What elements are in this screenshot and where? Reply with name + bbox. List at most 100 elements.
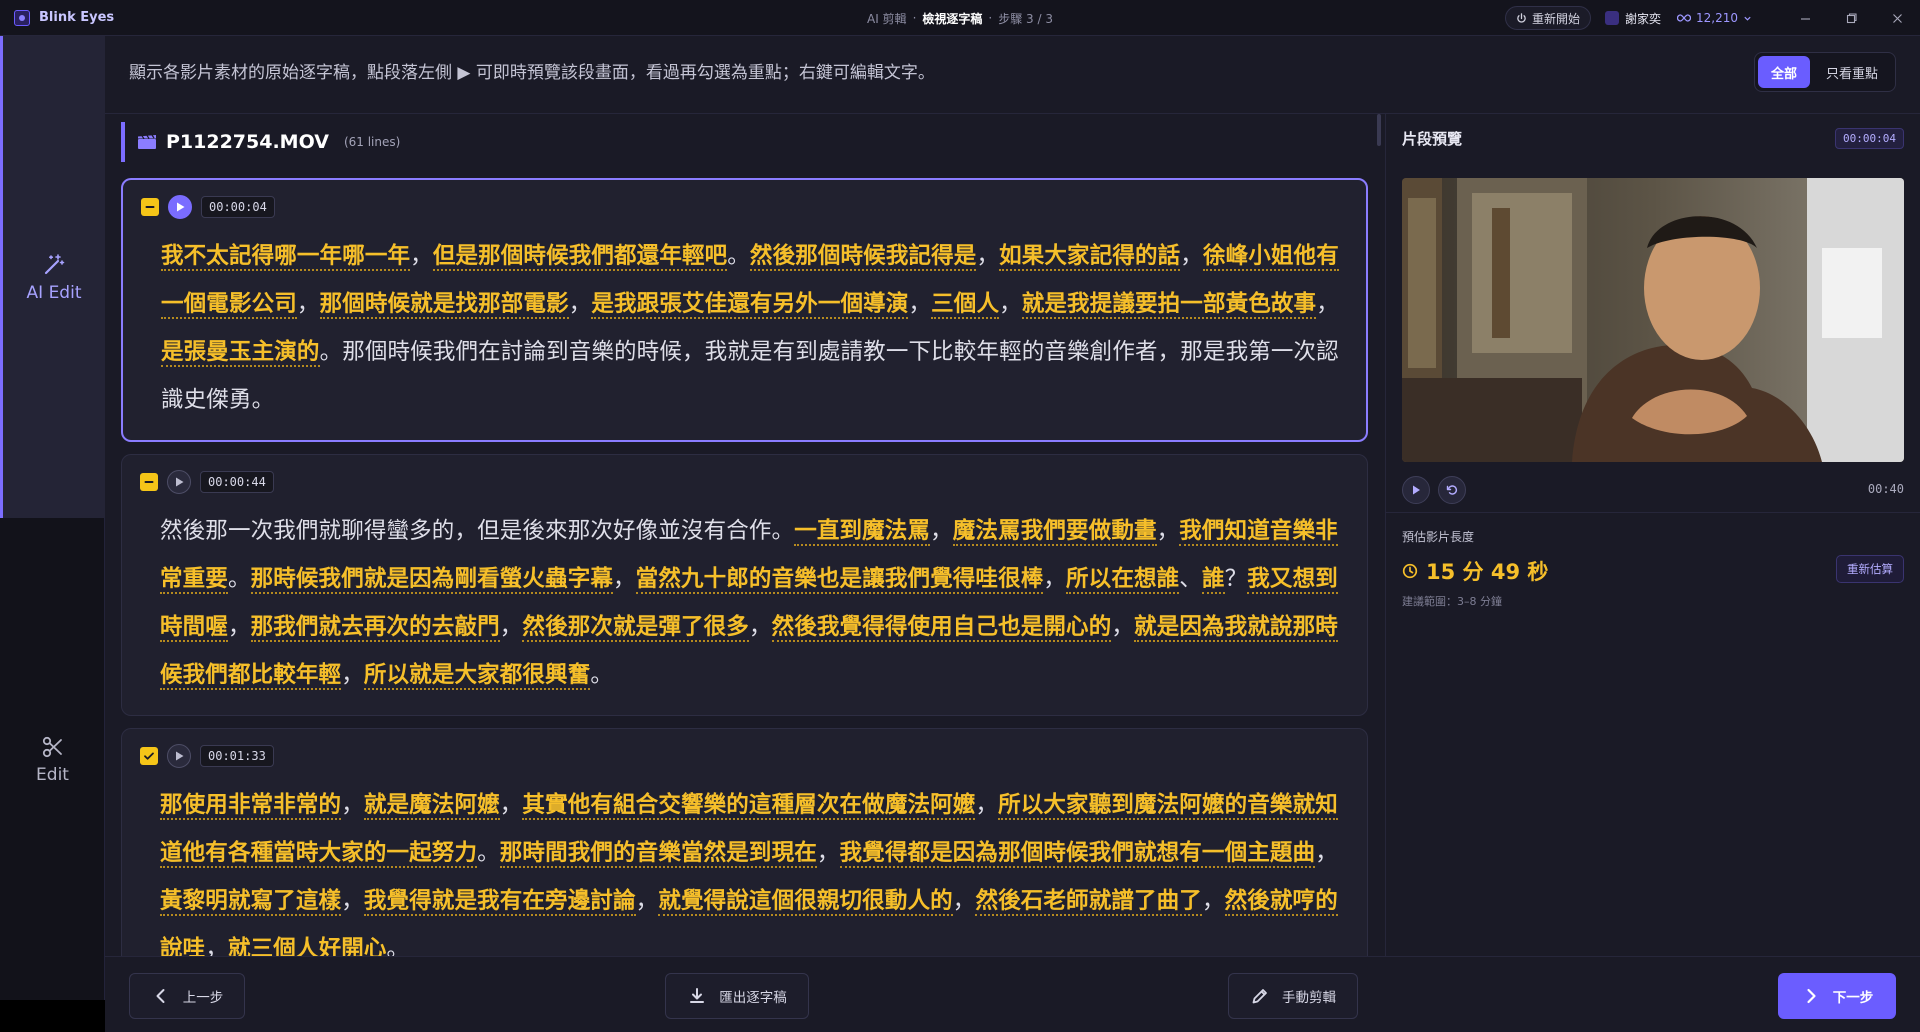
replay-icon xyxy=(1446,485,1458,495)
estimate-value: 15 分 49 秒 xyxy=(1426,560,1549,584)
user-name: 謝家奕 xyxy=(1624,11,1661,26)
reestimate-button[interactable]: 重新估算 xyxy=(1836,555,1904,583)
title-part-review: 檢視逐字稿 xyxy=(922,11,983,26)
file-name: P1122754.MOV xyxy=(166,131,329,153)
video-preview[interactable] xyxy=(1402,178,1904,462)
keyword-phrase: 黃黎明就寫了這樣 xyxy=(160,888,342,916)
transcript-segment[interactable]: 00:01:33 那使用非常非常的，就是魔法阿嬤，其實他有組合交響樂的這種層次在… xyxy=(121,728,1368,956)
plain-text: ， xyxy=(1111,614,1135,640)
plain-text: ， xyxy=(976,243,1000,269)
app-name: Blink Eyes xyxy=(39,10,115,25)
chevron-right-icon xyxy=(1807,988,1816,1004)
plain-text: ， xyxy=(227,614,251,640)
segment-text[interactable]: 那使用非常非常的，就是魔法阿嬤，其實他有組合交響樂的這種層次在做魔法阿嬤，所以大… xyxy=(140,781,1351,956)
segment-text[interactable]: 我不太記得哪一年哪一年，但是那個時候我們都還年輕吧。然後那個時候我記得是，如果大… xyxy=(141,232,1350,424)
plain-text: ， xyxy=(499,614,523,640)
keyword-phrase: 那我們就去再次的去敲門 xyxy=(250,614,500,642)
play-icon xyxy=(1413,485,1420,495)
avatar xyxy=(1604,11,1619,25)
plain-text: ， xyxy=(341,792,364,818)
credits-balance[interactable]: 12,210 xyxy=(1677,11,1752,25)
keyword-phrase: 那時間我們的音樂當然是到現在 xyxy=(499,840,817,868)
file-header: P1122754.MOV (61 lines) xyxy=(121,122,400,162)
estimate-label: 預估影片長度 xyxy=(1402,530,1475,544)
keyword-phrase: 那時候我們就是因為剛看螢火蟲字幕 xyxy=(250,566,614,594)
filter-all-button[interactable]: 全部 xyxy=(1758,56,1810,88)
restart-label: 重新開始 xyxy=(1531,11,1580,26)
segment-play-button[interactable] xyxy=(168,195,192,219)
infinity-icon xyxy=(1677,14,1691,22)
segment-timestamp: 00:01:33 xyxy=(200,745,274,767)
transcript-segment[interactable]: 00:00:44 然後那一次我們就聊得蠻多的，但是後來那次好像並沒有合作。一直到… xyxy=(121,454,1368,716)
partial-check-icon xyxy=(144,481,154,483)
keyword-phrase: 是我跟張艾佳還有另外一個導演 xyxy=(591,291,909,319)
filter-toggle: 全部 只看重點 xyxy=(1754,52,1896,92)
estimate-range: 建議範圍：3–8 分鐘 xyxy=(1402,595,1502,608)
plain-text: ， xyxy=(635,888,659,914)
keyword-phrase: 誰 xyxy=(1201,566,1225,594)
segment-play-button[interactable] xyxy=(167,744,191,768)
page-description: 顯示各影片素材的原始逐字稿，點段落左側 ▶ 可即時預覽該段畫面，看過再勾選為重點… xyxy=(129,63,935,83)
segment-checkbox[interactable] xyxy=(141,198,159,216)
plain-text: ， xyxy=(1315,840,1338,866)
plain-text: ， xyxy=(1180,243,1203,269)
segment-text[interactable]: 然後那一次我們就聊得蠻多的，但是後來那次好像並沒有合作。一直到魔法罵，魔法罵我們… xyxy=(140,507,1351,699)
preview-panel: 片段預覽 00:00:04 00:40 預估影片長度 15 分 49 秒 建議範… xyxy=(1385,114,1920,956)
title-separator: · xyxy=(988,11,993,25)
manual-edit-button[interactable]: 手動剪輯 xyxy=(1228,973,1358,1019)
chevron-left-icon xyxy=(156,989,165,1003)
divider xyxy=(1386,512,1920,513)
scrollbar-thumb[interactable] xyxy=(1377,114,1381,146)
plain-text: ， xyxy=(1201,888,1225,914)
segment-timestamp: 00:00:44 xyxy=(200,471,274,493)
plain-text: 、 xyxy=(1179,566,1202,592)
rail-item-ai-edit[interactable]: AI Edit xyxy=(0,36,105,518)
segment-checkbox[interactable] xyxy=(140,473,158,491)
plain-text: 。 xyxy=(227,566,251,592)
plain-text: ， xyxy=(410,243,433,269)
plain-text: 。 xyxy=(727,243,750,269)
preview-replay-button[interactable] xyxy=(1438,476,1466,504)
segment-play-button[interactable] xyxy=(167,470,191,494)
close-button[interactable] xyxy=(1874,0,1920,36)
rail-label-edit: Edit xyxy=(36,764,69,785)
restore-icon xyxy=(1846,12,1857,23)
preview-play-button[interactable] xyxy=(1402,476,1430,504)
transcript-segment[interactable]: 00:00:04 我不太記得哪一年哪一年，但是那個時候我們都還年輕吧。然後那個時… xyxy=(121,178,1368,442)
filter-key-only-button[interactable]: 只看重點 xyxy=(1814,56,1890,88)
power-icon xyxy=(1517,12,1526,23)
minimize-icon xyxy=(1800,17,1810,20)
plain-text: ， xyxy=(205,936,228,956)
minimize-button[interactable] xyxy=(1782,0,1828,36)
chevron-down-icon xyxy=(1744,16,1751,21)
plain-text: ， xyxy=(568,291,592,317)
segment-checkbox[interactable] xyxy=(140,747,158,765)
restart-button[interactable]: 重新開始 xyxy=(1504,6,1591,30)
maximize-button[interactable] xyxy=(1828,0,1874,36)
plain-text: ， xyxy=(341,888,364,914)
play-icon xyxy=(176,202,184,212)
rail-item-edit[interactable]: Edit xyxy=(0,518,105,1000)
rail-footer xyxy=(0,1000,105,1032)
keyword-phrase: 當然九十郎的音樂也是讓我們覺得哇很棒 xyxy=(635,566,1044,594)
plain-text: ， xyxy=(975,792,999,818)
keyword-phrase: 那個時候就是找那部電影 xyxy=(319,291,569,319)
next-step-button[interactable]: 下一步 xyxy=(1778,973,1896,1019)
keyword-phrase: 就三個人好開心 xyxy=(227,936,387,956)
plain-text: ， xyxy=(816,840,840,866)
plain-text: ， xyxy=(930,518,953,544)
keyword-phrase: 但是那個時候我們都還年輕吧 xyxy=(432,243,728,271)
left-rail: AI Edit Edit xyxy=(0,36,105,1032)
keyword-phrase: 其實他有組合交響樂的這種層次在做魔法阿嬤 xyxy=(522,792,976,820)
plain-text: ， xyxy=(296,291,320,317)
estimate-value-row: 15 分 49 秒 xyxy=(1402,556,1548,586)
title-step: 步驟 3 / 3 xyxy=(998,11,1053,26)
previous-step-button[interactable]: 上一步 xyxy=(129,973,245,1019)
user-account[interactable]: 謝家奕 xyxy=(1604,10,1661,27)
credits-value: 12,210 xyxy=(1696,11,1738,25)
magic-wand-icon xyxy=(44,253,65,274)
export-transcript-button[interactable]: 匯出逐字稿 xyxy=(665,973,809,1019)
plain-text: ？ xyxy=(1224,566,1248,592)
plain-text: ， xyxy=(1043,566,1067,592)
app-logo-icon xyxy=(14,9,30,26)
